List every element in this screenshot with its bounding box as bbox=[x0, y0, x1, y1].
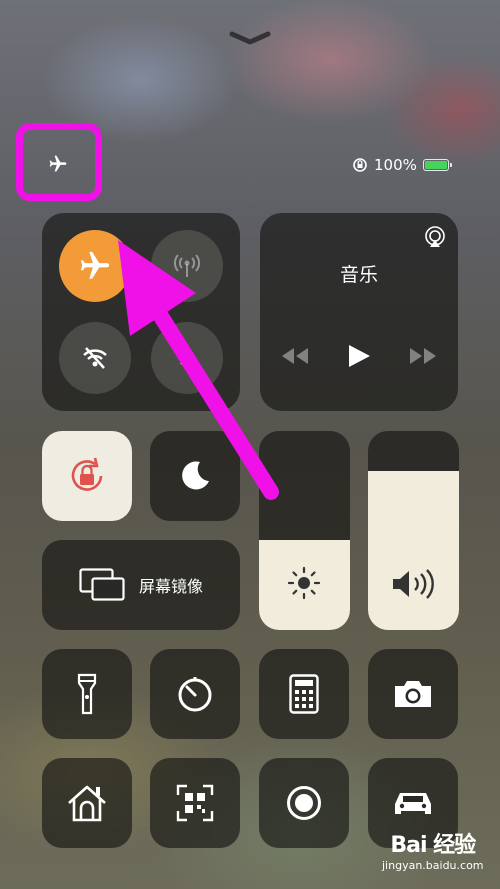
flashlight-button[interactable] bbox=[42, 649, 132, 739]
next-track-icon[interactable] bbox=[408, 346, 438, 366]
cellular-antenna-icon bbox=[174, 254, 200, 277]
battery-percent: 100% bbox=[374, 156, 417, 174]
screen-record-button[interactable] bbox=[259, 758, 349, 848]
moon-icon bbox=[182, 461, 209, 490]
cellular-data-button[interactable] bbox=[151, 230, 223, 302]
airplane-mode-button[interactable] bbox=[59, 230, 131, 302]
play-icon[interactable] bbox=[346, 343, 372, 369]
wifi-off-icon bbox=[83, 347, 107, 369]
orientation-lock-button[interactable] bbox=[42, 431, 132, 521]
music-panel[interactable]: 音乐 bbox=[260, 213, 458, 411]
speaker-icon bbox=[393, 569, 434, 599]
home-icon bbox=[68, 785, 106, 822]
calculator-button[interactable] bbox=[259, 649, 349, 739]
volume-slider[interactable] bbox=[368, 431, 459, 630]
do-not-disturb-button[interactable] bbox=[150, 431, 240, 521]
timer-icon bbox=[178, 677, 212, 712]
car-icon bbox=[395, 793, 431, 814]
airplane-icon bbox=[80, 251, 110, 279]
airplay-icon[interactable] bbox=[423, 225, 447, 249]
volume-level bbox=[368, 470, 459, 630]
previous-track-icon[interactable] bbox=[280, 346, 310, 366]
screen-mirroring-icon bbox=[79, 568, 125, 601]
chevron-down-icon[interactable] bbox=[228, 30, 272, 46]
watermark: Bai 经验 jingyan.baidu.com bbox=[382, 833, 484, 873]
orientation-lock-status-icon bbox=[353, 158, 367, 172]
camera-icon bbox=[395, 681, 431, 707]
connectivity-panel bbox=[42, 213, 240, 411]
home-button[interactable] bbox=[42, 758, 132, 848]
rotation-lock-icon bbox=[71, 457, 103, 491]
record-icon bbox=[287, 786, 321, 820]
battery-icon bbox=[422, 159, 452, 171]
flashlight-icon bbox=[77, 673, 97, 715]
camera-button[interactable] bbox=[368, 649, 458, 739]
watermark-brand: Bai 经验 bbox=[390, 833, 476, 858]
timer-button[interactable] bbox=[150, 649, 240, 739]
screen-mirroring-label: 屏幕镜像 bbox=[138, 577, 203, 596]
sun-icon bbox=[287, 566, 321, 600]
status-bar: 100% bbox=[352, 154, 452, 176]
calculator-icon bbox=[289, 674, 319, 714]
highlight-box bbox=[16, 123, 102, 201]
watermark-url: jingyan.baidu.com bbox=[382, 859, 484, 873]
wifi-button[interactable] bbox=[59, 322, 131, 394]
qr-code-icon bbox=[176, 784, 214, 822]
bluetooth-off-icon bbox=[177, 345, 197, 371]
bluetooth-button[interactable] bbox=[151, 322, 223, 394]
qr-scanner-button[interactable] bbox=[150, 758, 240, 848]
screen-mirroring-button[interactable]: 屏幕镜像 bbox=[42, 540, 240, 630]
music-title: 音乐 bbox=[339, 264, 378, 286]
brightness-slider[interactable] bbox=[259, 431, 350, 630]
